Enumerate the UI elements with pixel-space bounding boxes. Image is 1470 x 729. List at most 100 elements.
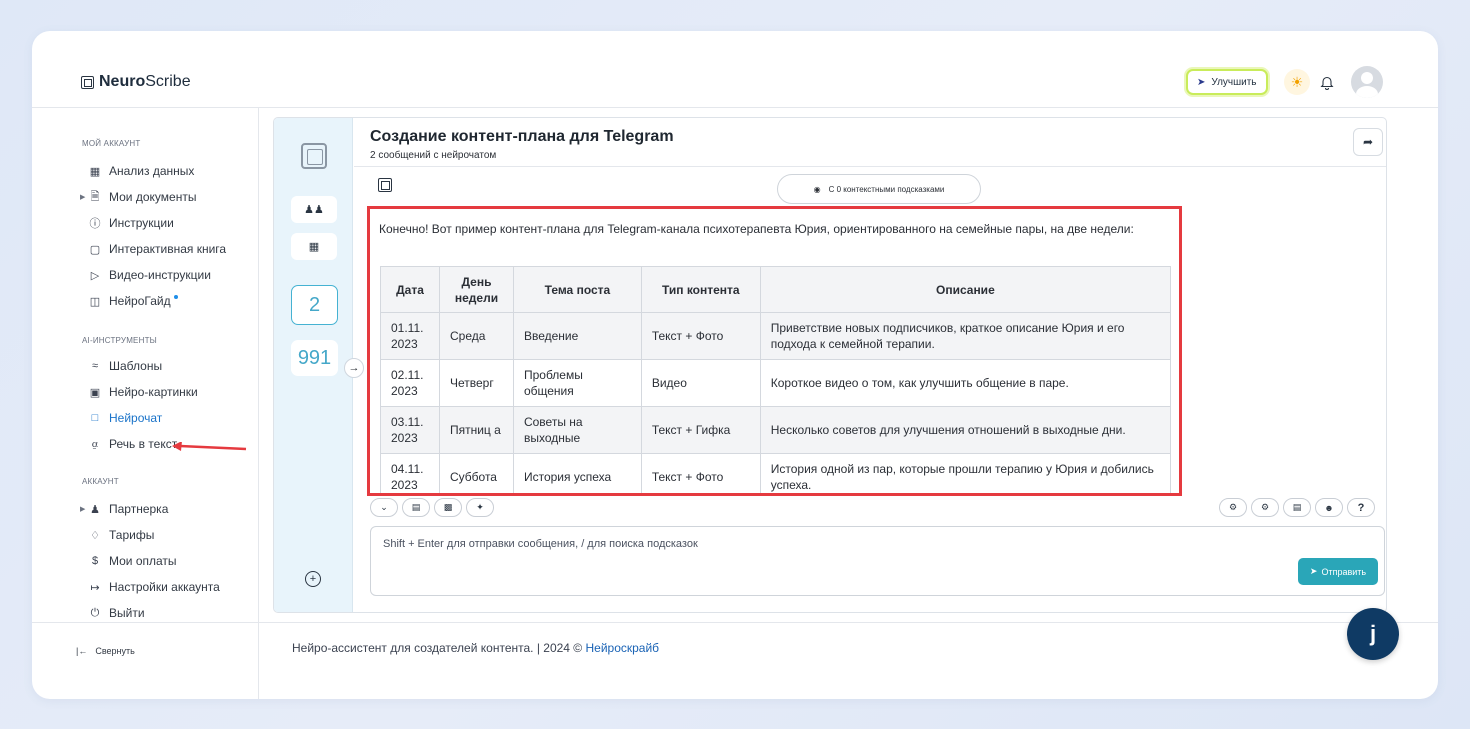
message-input-box: ➤ Отправить <box>370 526 1385 596</box>
sidebar-item-label: Тарифы <box>109 528 155 542</box>
assistant-answer: Конечно! Вот пример контент-плана для Te… <box>367 206 1182 496</box>
table-header: Описание <box>759 266 1172 313</box>
power-icon: ⏻ <box>90 606 100 619</box>
support-chat-button[interactable]: ј <box>1347 608 1399 660</box>
sidebar-item-neuro-images[interactable]: ▣ Нейро-картинки <box>89 384 198 400</box>
sidebar-item-label: Инструкции <box>109 216 174 230</box>
token-counter: 991 <box>291 340 338 376</box>
table-header-row: Дата День недели Тема поста Тип контента… <box>380 266 1172 313</box>
logo-icon <box>81 75 94 89</box>
expand-arrow-icon[interactable]: ▶ <box>80 505 85 513</box>
sidebar-item-account-settings[interactable]: ↦ Настройки аккаунта <box>89 579 220 595</box>
footer: Нейро-ассистент для создателей контента.… <box>292 641 659 655</box>
send-button[interactable]: ➤ Отправить <box>1298 558 1378 585</box>
settings-icon[interactable]: ⚙ <box>1251 498 1279 517</box>
table-header: Тип контента <box>640 266 761 313</box>
expand-arrow-right-icon[interactable]: → <box>344 358 364 378</box>
tag-icon: ♢ <box>90 529 100 542</box>
sidebar-item-label: Мои документы <box>109 190 197 204</box>
grid-icon: ▦ <box>89 165 101 178</box>
table-row: 03.11. 2023 Пятниц а Советы на выходные … <box>380 406 1172 454</box>
table-row: 02.11. 2023 Четверг Проблемы общения Вид… <box>380 359 1172 407</box>
sidebar-item-label: Настройки аккаунта <box>109 580 220 594</box>
login-icon: ↦ <box>90 581 100 594</box>
sidebar-item-neurochat[interactable]: □ Нейрочат <box>89 410 163 426</box>
message-counter-boxed: 2 <box>291 285 338 325</box>
grid-rail-button[interactable]: ▦ <box>291 233 337 260</box>
send-label: Отправить <box>1321 566 1367 577</box>
help-icon[interactable]: ? <box>1347 498 1375 517</box>
footer-link[interactable]: Нейроскрайб <box>585 641 659 655</box>
new-chat-plus-icon[interactable]: + <box>305 571 321 587</box>
grid-icon: ▦ <box>308 241 320 253</box>
sidebar-item-my-payments[interactable]: $ Мои оплаты <box>89 553 177 569</box>
left-toolbar: ⌄ ▤ ▩ ✦ <box>370 498 494 517</box>
users-rail-button[interactable]: ♟♟ <box>291 196 337 223</box>
table-row: 04.11. 2023 Суббота История успеха Текст… <box>380 453 1172 493</box>
collapse-label: Свернуть <box>95 646 135 656</box>
section-title-ai-tools: AI-ИНСТРУМЕНТЫ <box>82 336 157 345</box>
table-cell: Текст + Гифка <box>640 406 761 454</box>
sidebar-item-templates[interactable]: ≈ Шаблоны <box>89 358 162 374</box>
sidebar-item-label: Выйти <box>109 606 145 620</box>
message-input[interactable] <box>383 538 1283 578</box>
sidebar-item-label: Нейрочат <box>109 411 163 425</box>
upgrade-button[interactable]: ➤ Улучшить <box>1186 69 1268 95</box>
sidebar-item-instructions[interactable]: ⓘ Инструкции <box>89 215 174 231</box>
sidebar-item-tariffs[interactable]: ♢ Тарифы <box>89 527 154 543</box>
table-cell: История успеха <box>512 453 642 493</box>
document-icon: 🗎 <box>90 190 100 203</box>
magic-wand-icon[interactable]: ✦ <box>466 498 494 517</box>
notifications-bell-icon[interactable] <box>1316 71 1338 93</box>
section-title-my-account: МОЙ АККАУНТ <box>82 139 141 148</box>
sidebar-item-logout[interactable]: ⏻ Выйти <box>89 605 145 621</box>
sidebar-item-label: Видео-инструкции <box>109 268 211 282</box>
table-cell: Проблемы общения <box>512 359 642 407</box>
top-bar: NeuroScribe ➤ Улучшить ☀ <box>32 31 1438 108</box>
sidebar-item-neuroguide[interactable]: ◫ НейроГайд <box>89 293 178 309</box>
brand-logo[interactable]: NeuroScribe <box>81 73 191 91</box>
sidebar-item-label: Шаблоны <box>109 359 163 373</box>
chat-title: Создание контент-плана для Telegram <box>370 128 674 145</box>
upload-file-icon[interactable]: ▤ <box>402 498 430 517</box>
chat-subtitle: 2 сообщений с нейрочатом <box>370 150 497 161</box>
video-icon: ▷ <box>90 269 100 282</box>
collapse-sidebar-button[interactable]: |← Свернуть <box>76 646 135 656</box>
theme-toggle-sun-icon[interactable]: ☀ <box>1284 69 1310 95</box>
sidebar-item-label: Мои оплаты <box>109 554 177 568</box>
sidebar-item-my-documents[interactable]: ▶ 🗎 Мои документы <box>80 189 197 205</box>
sidebar-item-speech-to-text[interactable]: ⍶ Речь в текст <box>89 436 178 452</box>
sidebar-item-label: Партнерка <box>109 502 169 516</box>
layers-icon: ≈ <box>91 360 99 372</box>
dollar-icon: $ <box>91 555 99 567</box>
sidebar-item-partner[interactable]: ▶ ♟ Партнерка <box>80 501 169 517</box>
table-cell: Пятниц а <box>438 406 514 454</box>
table-header: Дата <box>380 266 440 313</box>
table-cell: 04.11. 2023 <box>380 453 440 493</box>
image-upload-icon[interactable]: ▩ <box>434 498 462 517</box>
plugin-icon[interactable]: ⚙ <box>1219 498 1247 517</box>
chat-header-divider <box>354 166 1386 167</box>
table-icon: ◫ <box>89 295 101 308</box>
sidebar-item-label: Анализ данных <box>109 164 195 178</box>
expand-arrow-icon[interactable]: ▶ <box>80 193 85 201</box>
layout-icon[interactable]: ▤ <box>1283 498 1311 517</box>
user-avatar[interactable] <box>1351 66 1383 98</box>
context-hints-pill[interactable]: ◉ С 0 контекстными подсказками <box>777 174 981 204</box>
table-row: 01.11. 2023 Среда Введение Текст + Фото … <box>380 312 1172 360</box>
robot-icon[interactable]: ☻ <box>1315 498 1343 517</box>
table-cell: История одной из пар, которые прошли тер… <box>759 453 1172 493</box>
table-cell: Текст + Фото <box>640 453 761 493</box>
users-icon: ♟ <box>90 503 100 516</box>
sidebar-item-interactive-book[interactable]: ▢ Интерактивная книга <box>89 241 226 257</box>
table-cell: Суббота <box>438 453 514 493</box>
collapse-chevrons-icon[interactable]: ⌄ <box>370 498 398 517</box>
table-cell: Приветствие новых подписчиков, краткое о… <box>759 312 1172 360</box>
share-button[interactable]: ➦ <box>1353 128 1383 156</box>
sidebar-item-video-instructions[interactable]: ▷ Видео-инструкции <box>89 267 211 283</box>
neuroscribe-logo-icon <box>301 143 327 169</box>
sidebar-item-label: Речь в текст <box>109 437 178 451</box>
table-header: День недели <box>438 266 514 313</box>
footer-text: Нейро-ассистент для создателей контента.… <box>292 641 586 655</box>
sidebar-item-data-analysis[interactable]: ▦ Анализ данных <box>89 163 195 179</box>
